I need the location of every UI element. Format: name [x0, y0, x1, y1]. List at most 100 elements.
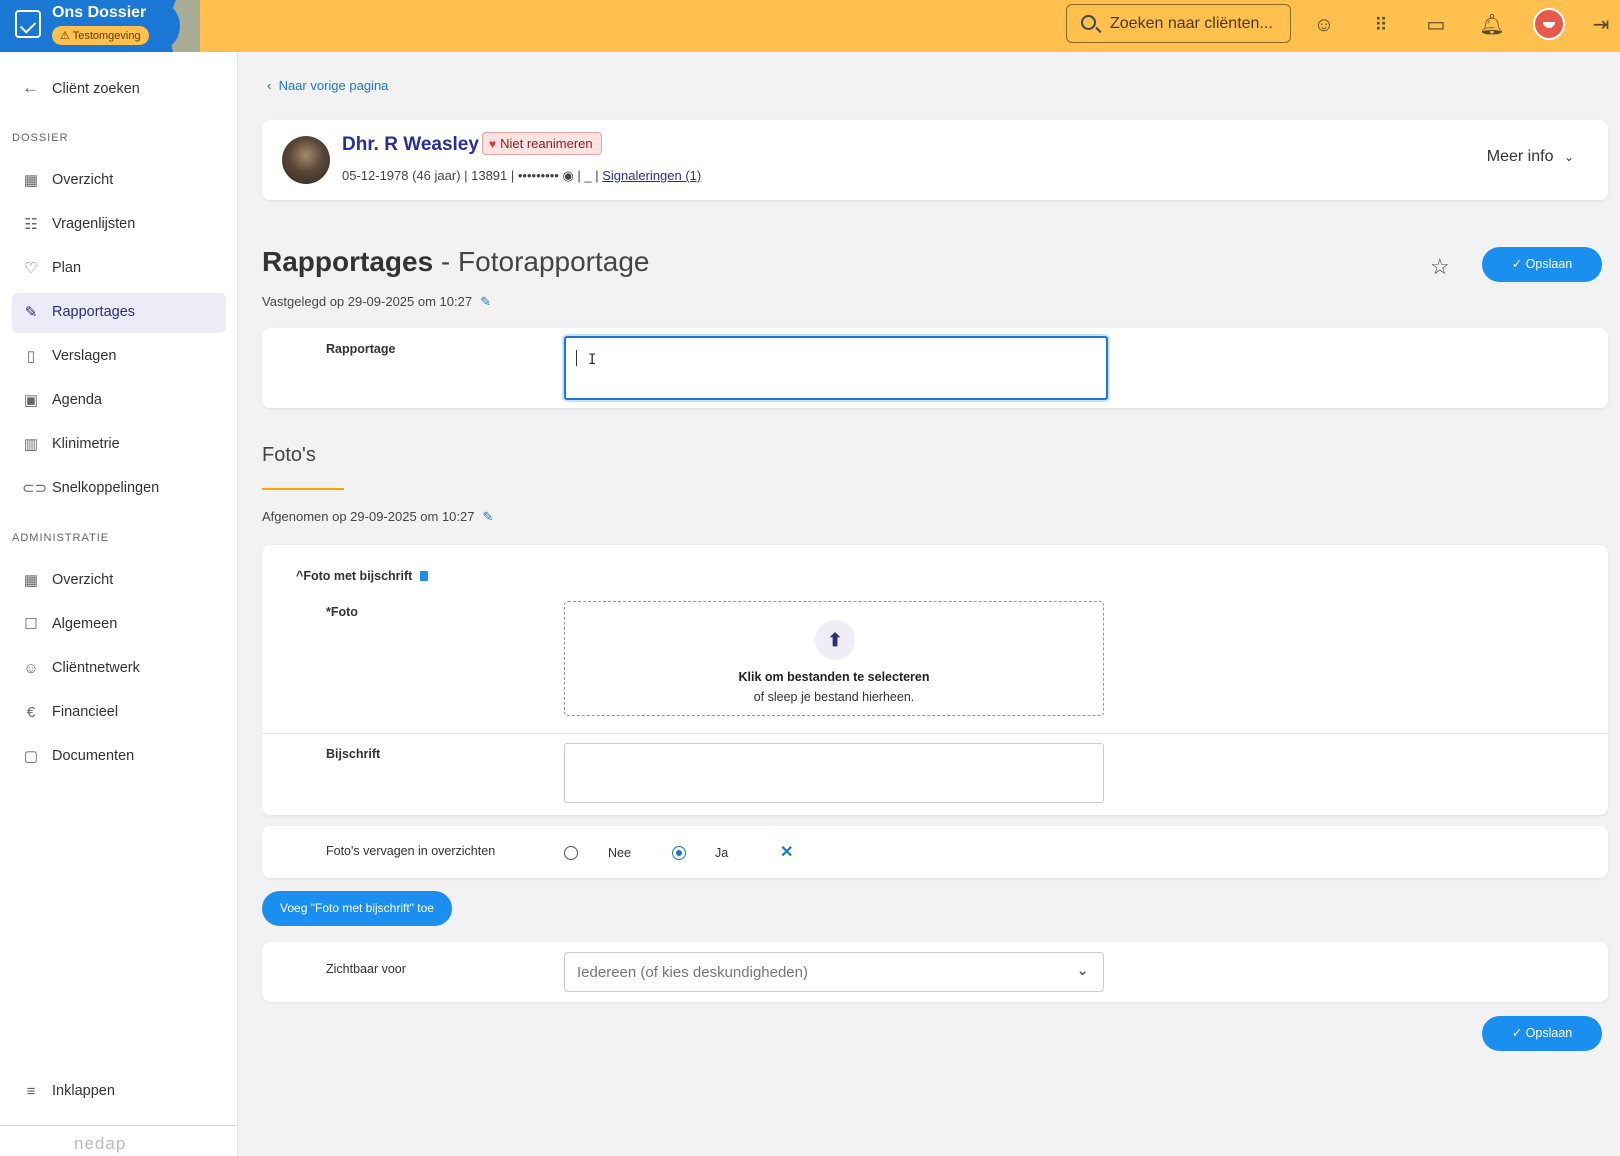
grid-icon: ▦ [23, 572, 39, 589]
report-icon: ✎ [24, 304, 38, 321]
sidebar-item-rapportages[interactable]: ✎ Rapportages [12, 293, 226, 333]
user-avatar[interactable] [1533, 8, 1565, 40]
page-title: Rapportages - Fotorapportage [262, 246, 650, 278]
taken-timestamp: Afgenomen op 29-09-2025 om 10:27 ✎ [262, 509, 493, 525]
previous-page-link[interactable]: ‹ Naar vorige pagina [267, 78, 388, 93]
clear-selection-icon[interactable]: ✕ [780, 842, 793, 862]
chevron-left-icon: ‹ [267, 78, 279, 93]
sidebar-item-clientnetwerk[interactable]: ☺ Cliëntnetwerk [12, 649, 226, 689]
add-photo-caption-button[interactable]: Voeg "Foto met bijschrift" toe [262, 891, 452, 926]
blur-photos-card: Foto's vervagen in overzichten Nee Ja ✕ [262, 826, 1608, 878]
text-cursor [576, 350, 577, 366]
app-title: Ons Dossier [52, 4, 147, 21]
page-title-main: Rapportages [262, 246, 434, 277]
sidebar-item-label: Overzicht [52, 572, 114, 588]
folder-icon: ▢ [23, 748, 39, 765]
search-placeholder: Zoeken naar cliënten... [1110, 15, 1273, 32]
visibility-select-value: Iedereen (of kies deskundigheden) [577, 964, 808, 981]
ibeam-cursor-icon: I [588, 352, 597, 368]
client-meta-text: 05-12-1978 (46 jaar) | 13891 | ••••••••• [342, 168, 563, 183]
radio-nee[interactable] [564, 846, 578, 860]
photo-dropzone[interactable]: ⬆ Klik om bestanden te selecteren of sle… [564, 601, 1104, 716]
plan-icon: ♡ [24, 260, 38, 277]
radio-nee-label[interactable]: Nee [608, 846, 631, 860]
signaleringen-link[interactable]: Signaleringen (1) [602, 168, 701, 183]
sidebar-divider [0, 1125, 238, 1126]
favorite-star-icon[interactable]: ☆ [1430, 254, 1450, 280]
more-info-button[interactable]: Meer info ⌄ [1487, 148, 1574, 166]
app-logo-icon [15, 10, 41, 38]
nedap-logo: nedap [74, 1134, 127, 1153]
sidebar-item-agenda[interactable]: ▣ Agenda [12, 381, 226, 421]
sidebar-item-label: Rapportages [52, 304, 136, 320]
sidebar-item-verslagen[interactable]: ▯ Verslagen [12, 337, 226, 377]
bell-icon[interactable]: 🔔︎ [1479, 12, 1505, 38]
client-search-back-link[interactable]: ← Cliënt zoeken [22, 78, 140, 98]
rapportage-label: Rapportage [326, 342, 396, 356]
upload-icon: ⬆ [815, 620, 855, 660]
client-search-input[interactable]: Zoeken naar cliënten... [1066, 4, 1291, 43]
sidebar-item-label: Overzicht [52, 172, 114, 188]
sidebar-item-label: Vragenlijsten [52, 216, 136, 232]
document-icon: ▯ [26, 348, 36, 365]
sidebar-item-documenten[interactable]: ▢ Documenten [12, 737, 226, 777]
profile-icon: ☐ [24, 616, 38, 633]
rapportage-textarea[interactable]: I [564, 336, 1108, 400]
sidebar-item-overzicht[interactable]: ▦ Overzicht [12, 161, 226, 201]
brand-home-link[interactable]: Ons Dossier ⚠ Testomgeving [0, 0, 180, 52]
edit-pencil-icon[interactable]: ✎ [480, 294, 491, 309]
more-info-label: Meer info [1486, 148, 1554, 165]
edit-pencil-icon[interactable]: ✎ [483, 509, 494, 524]
caption-textarea[interactable] [564, 743, 1104, 803]
sidebar-item-plan[interactable]: ♡ Plan [12, 249, 226, 289]
apps-grid-icon[interactable]: ⠿ [1367, 12, 1393, 38]
sidebar-item-vragenlijsten[interactable]: ☷ Vragenlijsten [12, 205, 226, 245]
visibility-select[interactable]: Iedereen (of kies deskundigheden) ⌄ [564, 952, 1104, 992]
section-heading-dossier: DOSSIER [12, 132, 69, 144]
sidebar: ← Cliënt zoeken DOSSIER ▦ Overzicht ☷ Vra… [0, 52, 238, 1156]
logout-icon[interactable]: ⇥ [1588, 12, 1614, 38]
sidebar-item-label: Plan [52, 260, 82, 276]
client-photo [282, 136, 330, 184]
network-icon: ☺ [23, 660, 39, 677]
visible-for-label: Zichtbaar voor [326, 962, 406, 976]
search-icon [1081, 15, 1096, 30]
caption-label: Bijschrift [326, 747, 381, 761]
sidebar-item-admin-overzicht[interactable]: ▦ Overzicht [12, 561, 226, 601]
client-name[interactable]: Dhr. R Weasley [342, 134, 479, 156]
sidebar-item-algemeen[interactable]: ☐ Algemeen [12, 605, 226, 645]
photo-caption-card: ^Foto met bijschrift *Foto ⬆ Klik om bes… [262, 545, 1608, 815]
sidebar-item-label: Verslagen [52, 348, 117, 364]
brand-area: Ons Dossier ⚠ Testomgeving [0, 0, 200, 52]
sidebar-item-label: Cliëntnetwerk [52, 660, 140, 676]
sidebar-item-label: Agenda [52, 392, 102, 408]
environment-badge: ⚠ Testomgeving [52, 26, 149, 45]
collapse-sidebar-button[interactable]: ≡ Inklappen [12, 1072, 226, 1112]
top-bar: Ons Dossier ⚠ Testomgeving Zoeken naar c… [0, 0, 1620, 52]
sidebar-item-snelkoppelingen[interactable]: ⊂⊃ Snelkoppelingen [12, 469, 226, 509]
save-button-bottom[interactable]: ✓ Opslaan [1482, 1016, 1602, 1051]
chat-icon[interactable]: ▭ [1423, 12, 1449, 38]
trash-icon[interactable] [420, 571, 429, 581]
eye-icon[interactable]: ◉ [562, 168, 573, 183]
save-button-top[interactable]: ✓ Opslaan [1482, 247, 1602, 282]
sidebar-item-label: Financieel [52, 704, 119, 720]
client-meta: 05-12-1978 (46 jaar) | 13891 | •••••••••… [342, 168, 701, 184]
broken-heart-icon: ♥ [489, 137, 497, 151]
sidebar-item-label: Snelkoppelingen [52, 480, 160, 496]
meta-separator: | _ | [573, 168, 603, 183]
sidebar-item-klinimetrie[interactable]: ▥ Klinimetrie [12, 425, 226, 465]
mood-icon[interactable]: ☺ [1311, 12, 1337, 38]
sidebar-item-label: Klinimetrie [52, 436, 120, 452]
divider [262, 733, 1608, 734]
radio-ja-label[interactable]: Ja [715, 846, 728, 860]
photo-group-header[interactable]: ^Foto met bijschrift [296, 569, 429, 583]
link-icon: ⊂⊃ [22, 480, 48, 497]
rapportage-card: Rapportage I [262, 328, 1608, 408]
section-underline [262, 488, 344, 490]
sidebar-item-label: Documenten [52, 748, 135, 764]
radio-ja[interactable] [672, 846, 686, 860]
taken-text: Afgenomen op 29-09-2025 om 10:27 [262, 509, 475, 524]
sidebar-item-financieel[interactable]: € Financieel [12, 693, 226, 733]
collapse-label: Inklappen [52, 1083, 115, 1099]
